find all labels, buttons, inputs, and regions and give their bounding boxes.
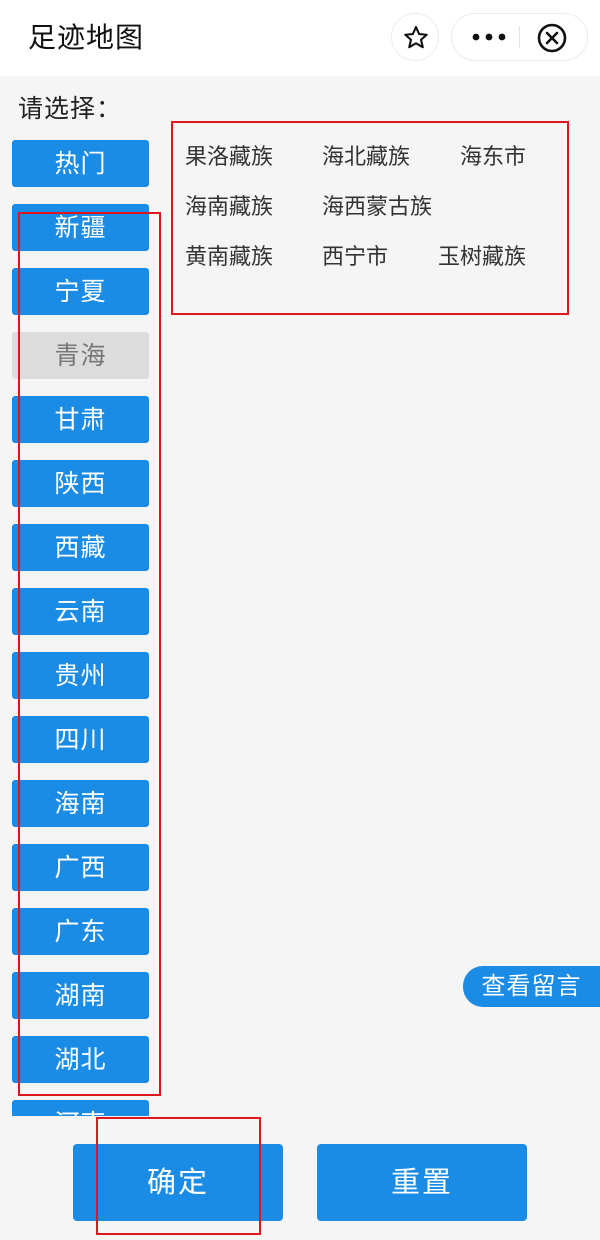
title-bar: 足迹地图 [0,0,600,76]
province-item-shaanxi[interactable]: 陕西 [12,460,149,507]
capsule-divider [519,26,520,48]
select-prompt: 请选择： [18,94,123,123]
menu-capsule [451,13,588,61]
province-item-guangdong[interactable]: 广东 [12,908,149,955]
city-item-xining[interactable]: 西宁市 [322,243,388,273]
city-item-huangnan[interactable]: 黄南藏族 [185,243,273,273]
province-item-qinghai[interactable]: 青海 [12,332,149,379]
province-item-guangxi[interactable]: 广西 [12,844,149,891]
city-list: 果洛藏族 海北藏族 海东市 海南藏族 海西蒙古族 黄南藏族 西宁市 玉树藏族 [162,124,600,324]
close-button[interactable] [536,22,568,54]
province-item-sichuan[interactable]: 四川 [12,716,149,763]
province-item-hubei[interactable]: 湖北 [12,1036,149,1083]
province-item-xizang[interactable]: 西藏 [12,524,149,571]
city-item-haibei[interactable]: 海北藏族 [322,143,410,173]
province-item-yunnan[interactable]: 云南 [12,588,149,635]
province-item-henan[interactable]: 河南 [12,1100,149,1116]
city-item-haixi[interactable]: 海西蒙古族 [322,193,432,223]
city-item-yushu[interactable]: 玉树藏族 [438,243,526,273]
view-comments-button[interactable]: 查看留言 [463,966,600,1007]
province-item-guizhou[interactable]: 贵州 [12,652,149,699]
reset-button[interactable]: 重置 [317,1144,527,1221]
province-item-ningxia[interactable]: 宁夏 [12,268,149,315]
province-item-hot[interactable]: 热门 [12,140,149,187]
province-item-hainan[interactable]: 海南 [12,780,149,827]
province-list[interactable]: 热门 新疆 宁夏 青海 甘肃 陕西 西藏 云南 贵州 四川 海南 广西 广东 湖… [0,124,161,1116]
star-icon [404,25,428,49]
confirm-button[interactable]: 确定 [73,1144,283,1221]
city-item-hainan-zangzu[interactable]: 海南藏族 [185,193,273,223]
page-title: 足迹地图 [28,21,145,54]
favorite-button[interactable] [391,13,439,61]
more-button[interactable] [470,14,510,60]
close-circle-icon [537,23,567,53]
province-item-xinjiang[interactable]: 新疆 [12,204,149,251]
province-item-gansu[interactable]: 甘肃 [12,396,149,443]
city-item-haidong[interactable]: 海东市 [460,143,526,173]
city-item-guoluo[interactable]: 果洛藏族 [185,143,273,173]
more-dots-icon [472,33,506,41]
province-item-hunan[interactable]: 湖南 [12,972,149,1019]
